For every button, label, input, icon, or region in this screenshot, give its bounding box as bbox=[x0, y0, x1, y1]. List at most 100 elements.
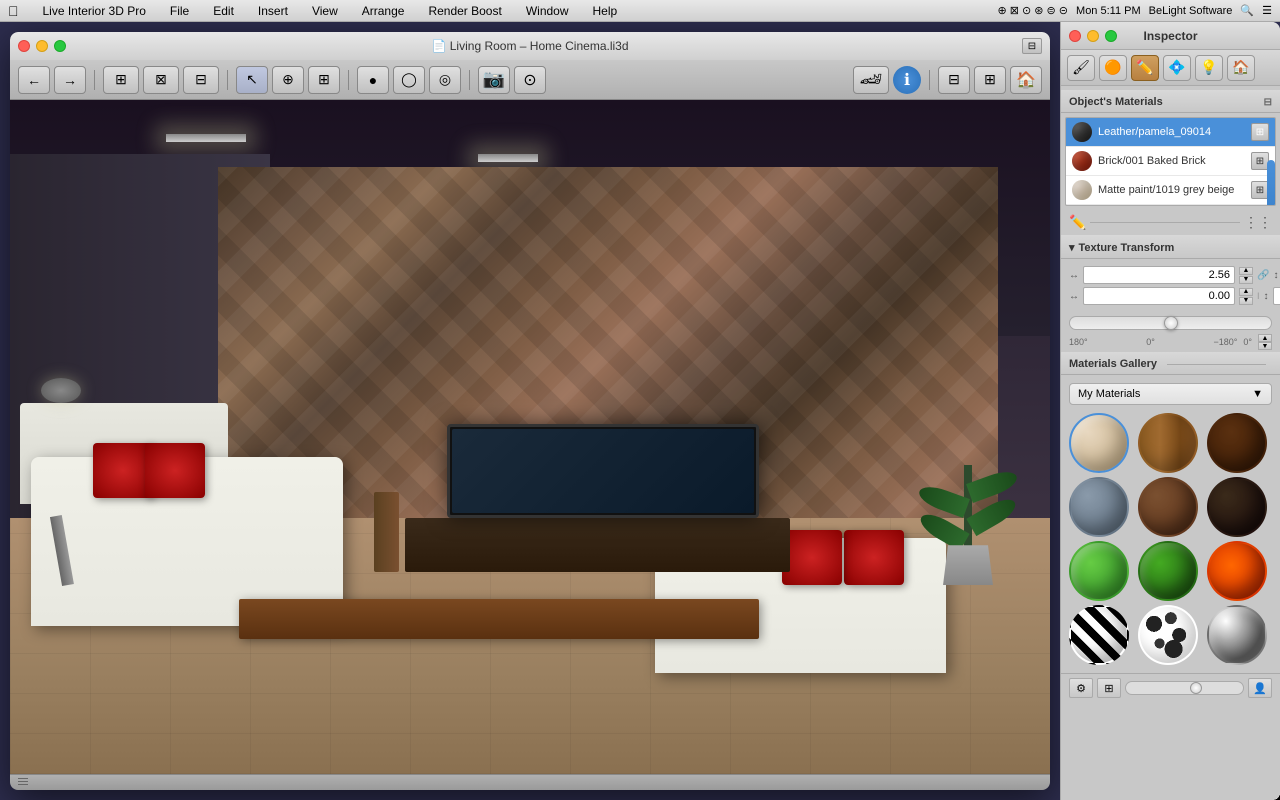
menu-icon[interactable]: ☰ bbox=[1262, 4, 1272, 17]
material-item-leather[interactable]: Leather/pamela_09014 ⊞ bbox=[1066, 118, 1275, 147]
inspector-title: Inspector bbox=[1143, 29, 1197, 43]
menubar:  Live Interior 3D Pro File Edit Insert … bbox=[0, 0, 1280, 22]
gallery-item-stone[interactable] bbox=[1069, 477, 1129, 537]
menu-dots-icon[interactable]: ⋮⋮ bbox=[1244, 214, 1272, 231]
texture-transform-header[interactable]: ▾ Texture Transform bbox=[1061, 235, 1280, 259]
tv[interactable] bbox=[447, 424, 759, 518]
texture-transform-label: Texture Transform bbox=[1079, 242, 1175, 254]
window-close[interactable] bbox=[18, 40, 30, 52]
offset-y-icon: ↕ bbox=[1264, 291, 1269, 302]
scale-x-down[interactable]: ▼ bbox=[1239, 276, 1253, 284]
window-title: 📄 Living Room – Home Cinema.li3d bbox=[431, 39, 628, 53]
rotation-max-label: −180° bbox=[1214, 337, 1238, 347]
gallery-item-zebra[interactable] bbox=[1069, 605, 1129, 665]
info-button[interactable]: ℹ bbox=[893, 66, 921, 94]
gallery-item-green-dark[interactable] bbox=[1138, 541, 1198, 601]
rotation-slider-thumb[interactable] bbox=[1164, 316, 1178, 330]
circle-tool[interactable]: ● bbox=[357, 66, 389, 94]
menu-renderbust[interactable]: Render Boost bbox=[424, 2, 505, 20]
snapshot-tool[interactable]: ⊙ bbox=[514, 66, 546, 94]
view2d-button[interactable]: ⊟ bbox=[938, 66, 970, 94]
offset-x-icon: ↔ bbox=[1069, 291, 1079, 302]
view3d-button[interactable]: ⊞ bbox=[974, 66, 1006, 94]
search-icon[interactable]: 🔍 bbox=[1240, 4, 1254, 17]
inspector-tab-home[interactable]: 🏠 bbox=[1227, 55, 1255, 81]
inspector-tab-texture[interactable]: 💠 bbox=[1163, 55, 1191, 81]
material-item-brick[interactable]: Brick/001 Baked Brick ⊞ bbox=[1066, 147, 1275, 176]
inspector-close[interactable] bbox=[1069, 30, 1081, 42]
inspector-tab-brush[interactable]: 🖌 bbox=[1067, 55, 1095, 81]
render-button[interactable]: ⊠ bbox=[143, 66, 179, 94]
gallery-section: My Materials ▼ bbox=[1061, 375, 1280, 673]
rotation-down[interactable]: ▼ bbox=[1258, 342, 1272, 350]
menubar-icons: ⊕ ⊠ ⊙ ⊛ ⊜ ⊝ bbox=[997, 4, 1068, 17]
link-icon[interactable]: 🔗 bbox=[1257, 267, 1269, 283]
gallery-item-spots[interactable] bbox=[1138, 605, 1198, 665]
home-view-button[interactable]: 🏠 bbox=[1010, 66, 1042, 94]
menu-help[interactable]: Help bbox=[589, 2, 622, 20]
gallery-grid-btn[interactable]: ⊞ bbox=[1097, 678, 1121, 698]
materials-scrollbar[interactable] bbox=[1267, 160, 1275, 206]
canvas-area[interactable] bbox=[10, 100, 1050, 774]
forward-button[interactable]: → bbox=[54, 66, 86, 94]
room-scene bbox=[10, 100, 1050, 774]
inspector-tab-light[interactable]: 💡 bbox=[1195, 55, 1223, 81]
menu-arrange[interactable]: Arrange bbox=[358, 2, 409, 20]
window-minimize[interactable] bbox=[36, 40, 48, 52]
menu-app[interactable]: Live Interior 3D Pro bbox=[39, 2, 150, 20]
inspector-tab-material[interactable]: ✏️ bbox=[1131, 55, 1159, 81]
gallery-item-chrome[interactable] bbox=[1207, 605, 1267, 665]
inspector-tab-object[interactable]: 🟠 bbox=[1099, 55, 1127, 81]
scale-y-icon: ↕ bbox=[1273, 270, 1278, 281]
scale-x-up[interactable]: ▲ bbox=[1239, 267, 1253, 275]
inspector-titlebar-inner: Inspector bbox=[1069, 22, 1272, 49]
select-tool[interactable]: ↖ bbox=[236, 66, 268, 94]
floorplan-button[interactable]: ⊞ bbox=[103, 66, 139, 94]
offset-x-up[interactable]: ▲ bbox=[1239, 288, 1253, 296]
offset-x-down[interactable]: ▼ bbox=[1239, 297, 1253, 305]
gallery-settings-btn[interactable]: ⚙ bbox=[1069, 678, 1093, 698]
menu-window[interactable]: Window bbox=[522, 2, 573, 20]
inspector-maximize[interactable] bbox=[1105, 30, 1117, 42]
gallery-item-dark[interactable] bbox=[1207, 477, 1267, 537]
rect-tool[interactable]: ◯ bbox=[393, 66, 425, 94]
camera-tool[interactable]: 📷 bbox=[478, 66, 510, 94]
material-item-matte[interactable]: Matte paint/1019 grey beige ⊞ bbox=[1066, 176, 1275, 205]
cushion-2 bbox=[145, 443, 205, 498]
inspector-panel: Inspector 🖌 🟠 ✏️ 💠 💡 🏠 Object's Material… bbox=[1060, 22, 1280, 800]
ceiling-light-2 bbox=[478, 154, 538, 162]
back-button[interactable]: ← bbox=[18, 66, 50, 94]
gallery-size-thumb[interactable] bbox=[1190, 682, 1202, 694]
offset-y-input[interactable]: 0.00 bbox=[1273, 287, 1280, 305]
rotation-up[interactable]: ▲ bbox=[1258, 334, 1272, 342]
gallery-item-marble[interactable] bbox=[1138, 477, 1198, 537]
pencil-icon[interactable]: ✏️ bbox=[1069, 214, 1086, 231]
gallery-item-wood[interactable] bbox=[1138, 413, 1198, 473]
status-handle[interactable] bbox=[18, 778, 28, 788]
rotation-slider-track[interactable] bbox=[1069, 316, 1272, 330]
menu-insert[interactable]: Insert bbox=[254, 2, 292, 20]
gallery-user-btn[interactable]: 👤 bbox=[1248, 678, 1272, 698]
gallery-item-beige[interactable] bbox=[1069, 413, 1129, 473]
menu-file[interactable]: File bbox=[166, 2, 193, 20]
material-action-leather[interactable]: ⊞ bbox=[1251, 123, 1269, 141]
export-button[interactable]: ⊟ bbox=[183, 66, 219, 94]
window-resize-btn[interactable]: ⊟ bbox=[1022, 38, 1042, 54]
menu-view[interactable]: View bbox=[308, 2, 342, 20]
rotation-value-label: 0° bbox=[1243, 337, 1252, 347]
gallery-item-darkwood[interactable] bbox=[1207, 413, 1267, 473]
offset-x-input[interactable]: 0.00 bbox=[1083, 287, 1235, 305]
inspector-minimize[interactable] bbox=[1087, 30, 1099, 42]
group-tool[interactable]: ⊞ bbox=[308, 66, 340, 94]
scale-x-input[interactable]: 2.56 bbox=[1083, 266, 1235, 284]
apple-menu[interactable]:  bbox=[8, 3, 19, 19]
gallery-size-slider[interactable] bbox=[1125, 681, 1244, 695]
gallery-dropdown[interactable]: My Materials ▼ bbox=[1069, 383, 1272, 405]
window-maximize[interactable] bbox=[54, 40, 66, 52]
fill-tool[interactable]: ◎ bbox=[429, 66, 461, 94]
help-button[interactable]: 🏎 bbox=[853, 66, 889, 94]
menu-edit[interactable]: Edit bbox=[209, 2, 238, 20]
direct-select-tool[interactable]: ⊕ bbox=[272, 66, 304, 94]
gallery-item-green-light[interactable] bbox=[1069, 541, 1129, 601]
gallery-item-fire[interactable] bbox=[1207, 541, 1267, 601]
